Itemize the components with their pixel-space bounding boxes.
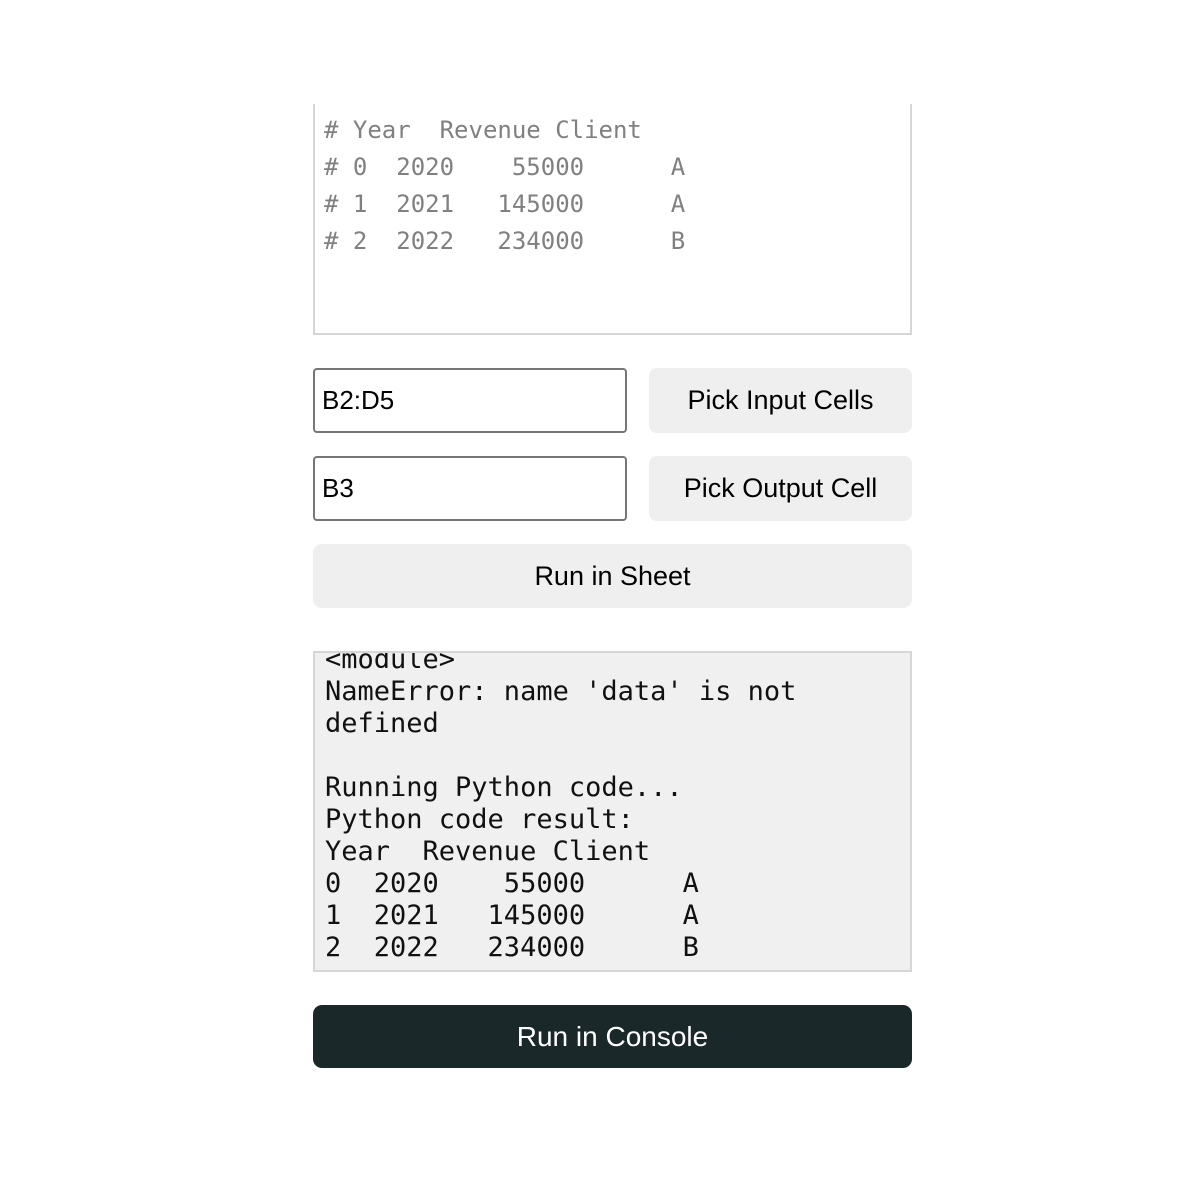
console-output[interactable]: <module> NameError: name 'data' is not d…	[313, 651, 912, 972]
console-error-line: defined	[325, 708, 439, 739]
pick-output-cell-button[interactable]: Pick Output Cell	[649, 456, 912, 521]
console-line: 2 2022 234000 B	[325, 932, 699, 963]
code-editor[interactable]: # Year Revenue Client # 0 2020 55000 A #…	[313, 104, 912, 335]
console-line: Python code result:	[325, 804, 634, 835]
console-text: <module> NameError: name 'data' is not d…	[315, 651, 797, 964]
run-in-console-button[interactable]: Run in Console	[313, 1005, 912, 1068]
output-cell-field[interactable]	[313, 456, 627, 521]
output-cell-row: Pick Output Cell	[313, 456, 912, 521]
console-line: <module>	[325, 651, 456, 675]
code-line: # 2 2022 234000 B	[324, 227, 686, 255]
console-line: 0 2020 55000 A	[325, 868, 699, 899]
input-cells-row: Pick Input Cells	[313, 368, 912, 433]
input-cells-field[interactable]	[313, 368, 627, 433]
code-text[interactable]: # Year Revenue Client # 0 2020 55000 A #…	[315, 104, 910, 260]
pick-input-cells-button[interactable]: Pick Input Cells	[649, 368, 912, 433]
code-line: # 0 2020 55000 A	[324, 153, 686, 181]
console-line: 1 2021 145000 A	[325, 900, 699, 931]
console-error-line: NameError: name 'data' is not	[325, 676, 797, 707]
code-line: # Year Revenue Client	[324, 116, 642, 144]
console-line: Running Python code...	[325, 772, 683, 803]
code-line: # 1 2021 145000 A	[324, 190, 686, 218]
console-line: Year Revenue Client	[325, 836, 651, 867]
run-in-sheet-button[interactable]: Run in Sheet	[313, 544, 912, 608]
